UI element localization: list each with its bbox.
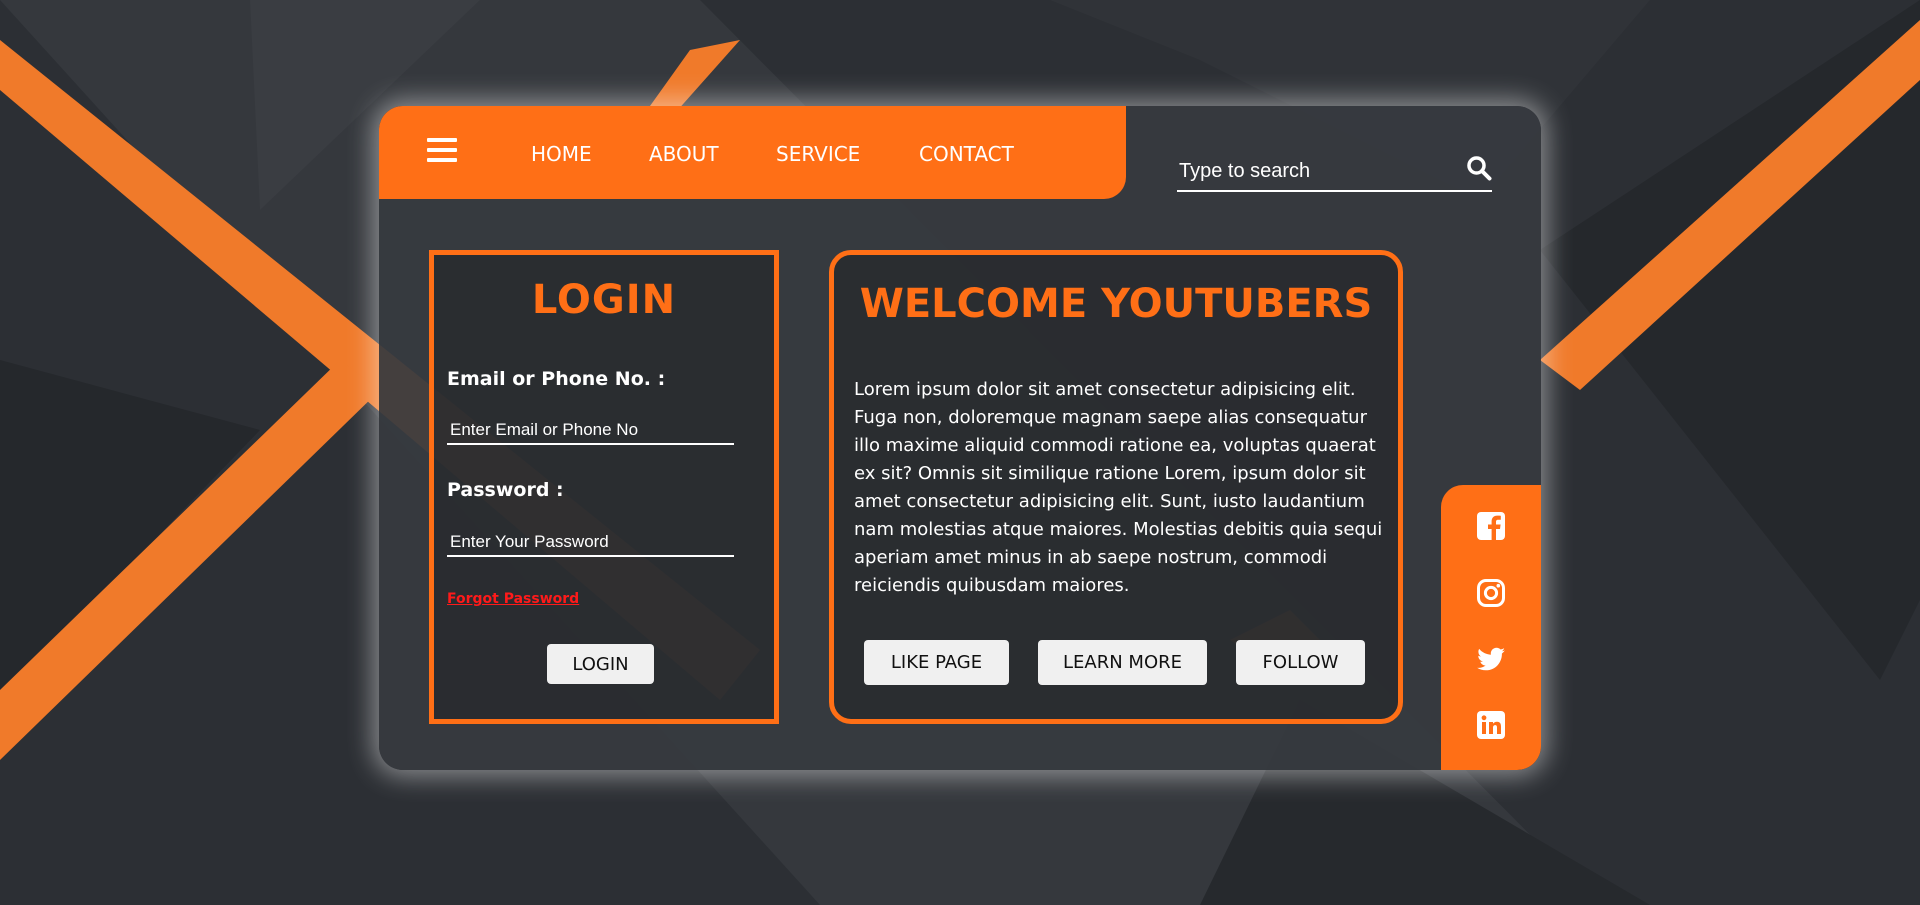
welcome-panel: WELCOME YOUTUBERS Lorem ipsum dolor sit … xyxy=(829,250,1403,724)
welcome-body-text: Lorem ipsum dolor sit amet consectetur a… xyxy=(854,379,1383,596)
login-panel: LOGIN Email or Phone No. : Password : Fo… xyxy=(429,250,779,724)
password-field[interactable] xyxy=(447,529,734,557)
search-icon[interactable] xyxy=(1466,155,1492,181)
login-button[interactable]: LOGIN xyxy=(547,644,654,684)
forgot-password-link[interactable]: Forgot Password xyxy=(447,591,579,607)
email-field[interactable] xyxy=(447,417,734,445)
twitter-icon[interactable] xyxy=(1476,644,1506,674)
nav-link-contact[interactable]: CONTACT xyxy=(919,142,1014,166)
facebook-icon[interactable] xyxy=(1476,511,1506,541)
follow-button[interactable]: FOLLOW xyxy=(1236,640,1365,685)
search-bar xyxy=(1177,152,1492,192)
email-label: Email or Phone No. : xyxy=(447,368,666,390)
instagram-icon[interactable] xyxy=(1476,578,1506,608)
search-input[interactable] xyxy=(1179,158,1449,184)
hamburger-icon[interactable] xyxy=(427,138,457,164)
social-sidebar xyxy=(1441,485,1541,770)
welcome-title: WELCOME YOUTUBERS xyxy=(859,281,1373,327)
learn-more-button[interactable]: LEARN MORE xyxy=(1038,640,1207,685)
password-label: Password : xyxy=(447,479,564,501)
nav-link-service[interactable]: SERVICE xyxy=(776,142,860,166)
like-page-button[interactable]: LIKE PAGE xyxy=(864,640,1009,685)
main-card: HOME ABOUT SERVICE CONTACT LOGIN Email o… xyxy=(379,106,1541,770)
nav-link-about[interactable]: ABOUT xyxy=(649,142,719,166)
linkedin-icon[interactable] xyxy=(1476,710,1506,740)
top-navbar: HOME ABOUT SERVICE CONTACT xyxy=(379,106,1126,199)
login-title: LOGIN xyxy=(531,277,677,323)
nav-link-home[interactable]: HOME xyxy=(531,142,592,166)
